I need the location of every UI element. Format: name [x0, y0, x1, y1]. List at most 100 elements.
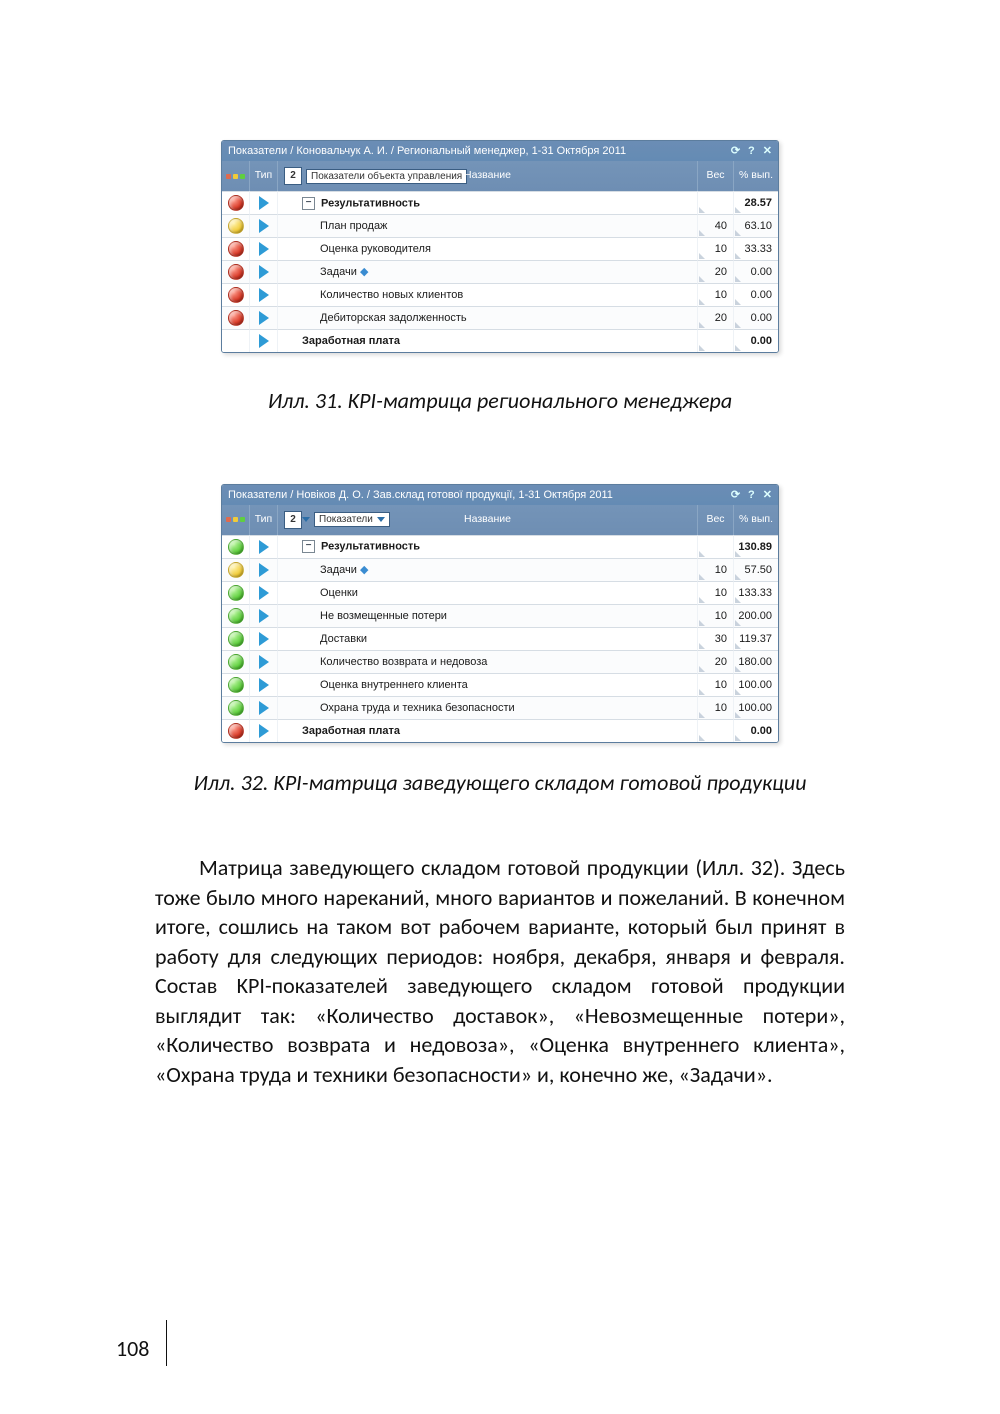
- weight-cell: 10: [698, 283, 734, 306]
- status-cell: [222, 535, 250, 558]
- yellow-status-icon: [228, 218, 244, 234]
- play-icon: [259, 586, 269, 600]
- table-row[interactable]: Доставки30119.37: [222, 627, 778, 650]
- weight-cell: 10: [698, 581, 734, 604]
- play-icon: [259, 563, 269, 577]
- weight-cell: 10: [698, 237, 734, 260]
- status-header: [222, 161, 250, 191]
- type-cell: [250, 535, 278, 558]
- window-title: Показатели / Новіков Д. О. / Зав.склад г…: [228, 489, 613, 501]
- kpi-rows-1: −Результативность 28.57План продаж4063.10…: [222, 191, 778, 352]
- table-row[interactable]: Оценка руководителя1033.33: [222, 237, 778, 260]
- view-dropdown[interactable]: Показатели: [314, 512, 390, 527]
- status-cell: [222, 696, 250, 719]
- row-label: Количество возврата и недовоза: [320, 656, 487, 668]
- status-cell: [222, 581, 250, 604]
- page-number-rule: [166, 1320, 167, 1366]
- weight-cell: 10: [698, 558, 734, 581]
- name-cell: Дебиторская задолженность: [278, 306, 698, 329]
- type-cell: [250, 581, 278, 604]
- status-cell: [222, 673, 250, 696]
- row-label: Дебиторская задолженность: [320, 312, 467, 324]
- table-row[interactable]: Охрана труда и техника безопасности10100…: [222, 696, 778, 719]
- help-icon[interactable]: ?: [748, 145, 755, 157]
- pct-cell: 100.00: [734, 696, 778, 719]
- table-row[interactable]: Дебиторская задолженность200.00: [222, 306, 778, 329]
- green-status-icon: [228, 631, 244, 647]
- weight-cell: [698, 719, 734, 742]
- pct-header: % вып.: [734, 161, 778, 191]
- status-cell: [222, 719, 250, 742]
- pct-cell: 119.37: [734, 627, 778, 650]
- play-icon: [259, 678, 269, 692]
- green-status-icon: [228, 585, 244, 601]
- table-row[interactable]: Задачи ◆1057.50: [222, 558, 778, 581]
- level-input[interactable]: 2: [284, 167, 302, 185]
- play-icon: [259, 701, 269, 715]
- table-row[interactable]: Не возмещенные потери10200.00: [222, 604, 778, 627]
- close-icon[interactable]: ✕: [763, 145, 772, 157]
- pct-header: % вып.: [734, 505, 778, 535]
- name-cell: −Результативность: [278, 535, 698, 558]
- row-label: План продаж: [320, 220, 387, 232]
- name-cell: Количество возврата и недовоза: [278, 650, 698, 673]
- green-status-icon: [228, 677, 244, 693]
- table-row[interactable]: Количество возврата и недовоза20180.00: [222, 650, 778, 673]
- weight-cell: [698, 535, 734, 558]
- chevron-down-icon[interactable]: [302, 517, 310, 522]
- collapse-icon[interactable]: −: [302, 197, 315, 210]
- pct-cell: 0.00: [734, 283, 778, 306]
- status-cell: [222, 627, 250, 650]
- table-row[interactable]: Заработная плата0.00: [222, 719, 778, 742]
- row-label: Заработная плата: [302, 725, 400, 737]
- type-cell: [250, 673, 278, 696]
- pct-cell: 28.57: [734, 191, 778, 214]
- close-icon[interactable]: ✕: [763, 489, 772, 501]
- table-row[interactable]: Количество новых клиентов100.00: [222, 283, 778, 306]
- weight-header: Вес: [698, 505, 734, 535]
- refresh-icon[interactable]: ⟳: [731, 145, 740, 157]
- window-titlebar: Показатели / Коновальчук А. И. / Региона…: [222, 141, 778, 161]
- body-paragraph: Матрица заведующего складом готовой прод…: [155, 853, 845, 1089]
- type-cell: [250, 260, 278, 283]
- table-row[interactable]: −Результативность130.89: [222, 535, 778, 558]
- name-cell: Задачи ◆: [278, 558, 698, 581]
- chevron-down-icon: [377, 517, 385, 522]
- row-label: Охрана труда и техника безопасности: [320, 702, 515, 714]
- name-cell: Доставки: [278, 627, 698, 650]
- red-status-icon: [228, 264, 244, 280]
- row-label: Результативность: [321, 541, 420, 553]
- status-cell: [222, 214, 250, 237]
- weight-cell: 20: [698, 260, 734, 283]
- table-row[interactable]: Задачи ◆200.00: [222, 260, 778, 283]
- status-cell: [222, 191, 250, 214]
- type-header: Тип: [250, 505, 278, 535]
- table-row[interactable]: Оценка внутреннего клиента10100.00: [222, 673, 778, 696]
- level-input[interactable]: 2: [284, 511, 302, 529]
- weight-cell: 20: [698, 306, 734, 329]
- name-cell: План продаж: [278, 214, 698, 237]
- type-cell: [250, 237, 278, 260]
- help-icon[interactable]: ?: [748, 489, 755, 501]
- type-header: Тип: [250, 161, 278, 191]
- type-cell: [250, 719, 278, 742]
- name-header: 2 Показатели Название: [278, 505, 698, 535]
- collapse-icon[interactable]: −: [302, 540, 315, 553]
- table-row[interactable]: Заработная плата0.00: [222, 329, 778, 352]
- refresh-icon[interactable]: ⟳: [731, 489, 740, 501]
- table-row[interactable]: Оценки10133.33: [222, 581, 778, 604]
- green-status-icon: [228, 700, 244, 716]
- table-row[interactable]: −Результативность 28.57: [222, 191, 778, 214]
- play-icon: [259, 632, 269, 646]
- play-icon: [259, 242, 269, 256]
- status-cell: [222, 237, 250, 260]
- red-status-icon: [228, 723, 244, 739]
- row-label: Задачи: [320, 266, 357, 278]
- weight-cell: 30: [698, 627, 734, 650]
- status-cell: [222, 306, 250, 329]
- name-cell: Не возмещенные потери: [278, 604, 698, 627]
- view-dropdown[interactable]: Показатели объекта управления: [306, 169, 467, 184]
- row-label: Не возмещенные потери: [320, 610, 447, 622]
- name-cell: −Результативность: [278, 191, 698, 214]
- table-row[interactable]: План продаж4063.10: [222, 214, 778, 237]
